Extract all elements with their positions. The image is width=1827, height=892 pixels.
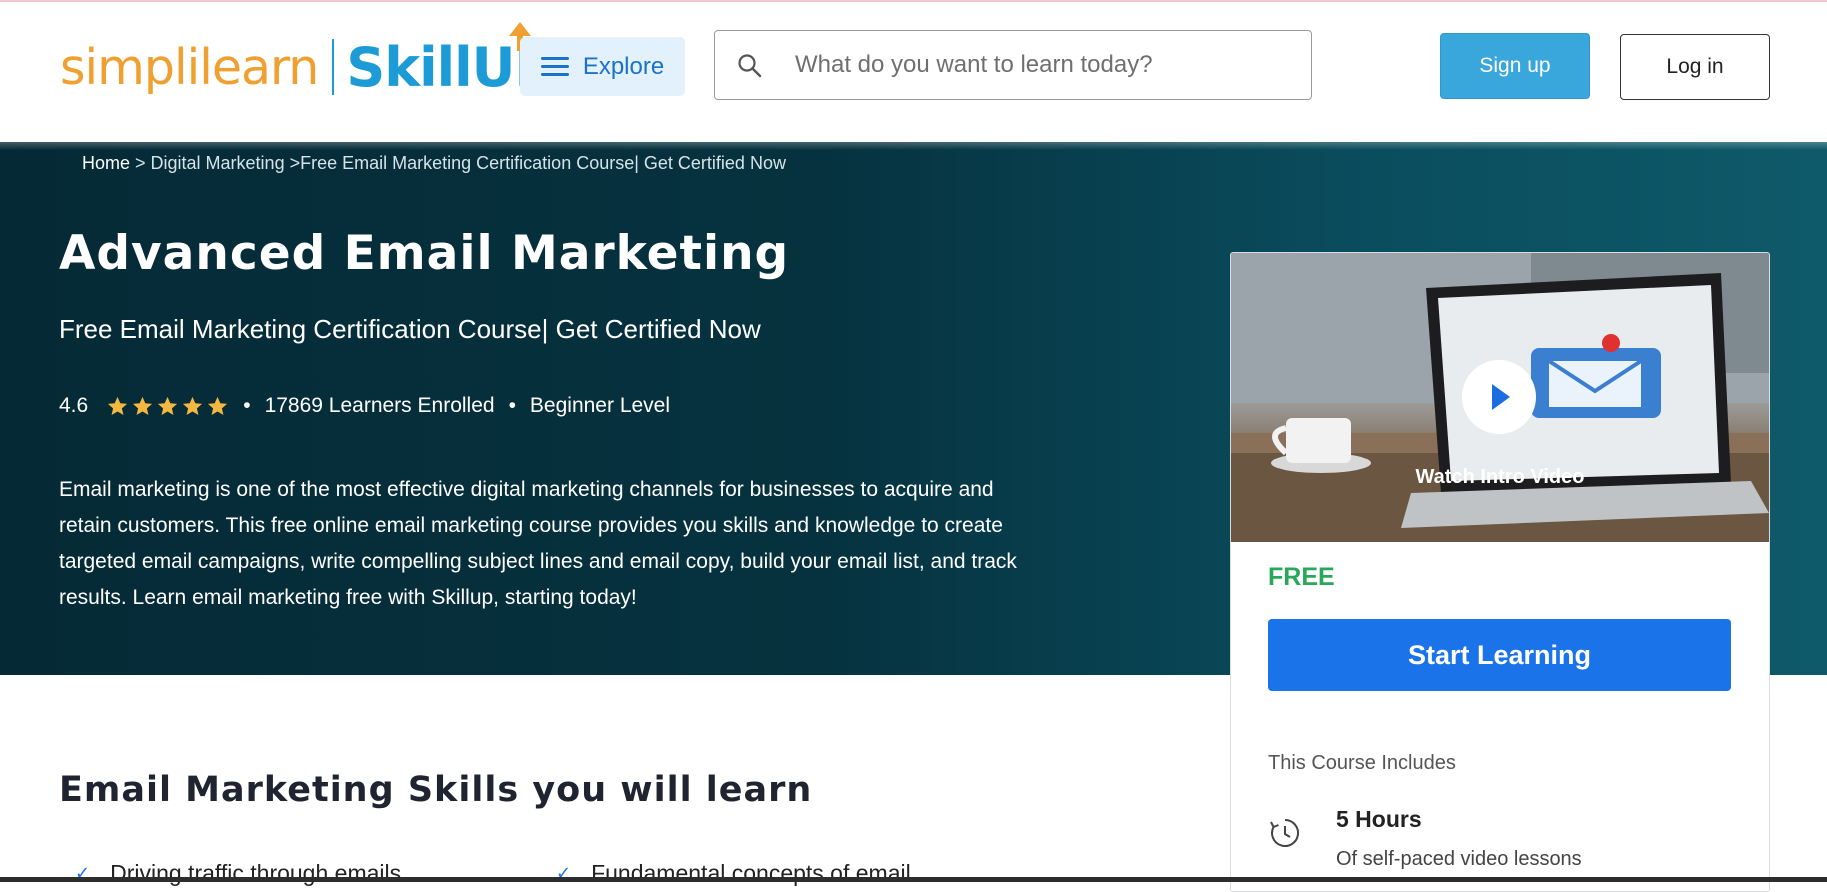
rating-stars (106, 395, 229, 418)
meta-separator: • (243, 394, 251, 417)
signup-button[interactable]: Sign up (1440, 33, 1590, 99)
price-label: FREE (1268, 563, 1335, 591)
skill-item: ✓ Fundamental concepts of email (556, 860, 911, 886)
breadcrumb-home[interactable]: Home (82, 153, 130, 173)
start-learning-button[interactable]: Start Learning (1268, 619, 1731, 691)
breadcrumb-category[interactable]: Digital Marketing (151, 153, 285, 173)
course-title: Advanced Email Marketing (59, 226, 790, 281)
meta-separator: • (508, 394, 516, 417)
explore-button[interactable]: Explore (520, 37, 685, 96)
star-icon (183, 396, 203, 415)
search-bar (714, 30, 1312, 100)
menu-icon (540, 56, 569, 77)
search-icon (738, 54, 762, 78)
course-meta: 4.6 • 17869 Learners Enrolled • Beginner… (59, 392, 670, 420)
course-subtitle: Free Email Marketing Certification Cours… (59, 314, 761, 344)
star-icon (208, 396, 228, 415)
breadcrumb: Home > Digital Marketing >Free Email Mar… (82, 153, 786, 173)
site-logo[interactable]: simplilearn SkillUP (60, 21, 554, 104)
star-icon (108, 396, 128, 415)
search-input[interactable] (793, 31, 1297, 99)
course-description: Email marketing is one of the most effec… (59, 478, 1017, 609)
play-icon (1492, 384, 1510, 410)
star-icon (158, 396, 178, 415)
learners-enrolled: 17869 Learners Enrolled (264, 394, 495, 417)
course-includes-heading: This Course Includes (1268, 752, 1456, 774)
window-bottom-edge (0, 877, 1827, 882)
star-icon (133, 396, 153, 415)
explore-label: Explore (582, 52, 665, 80)
logo-arrow-icon (509, 21, 532, 36)
course-duration: 5 Hours (1336, 806, 1422, 832)
simplilearn-logo-text: simplilearn (60, 38, 319, 96)
watch-intro-label[interactable]: Watch Intro Video (1231, 466, 1769, 489)
skills-heading: Email Marketing Skills you will learn (59, 770, 813, 810)
breadcrumb-current: Free Email Marketing Certification Cours… (300, 153, 786, 173)
logo-divider (332, 39, 335, 95)
clock-icon (1270, 819, 1300, 847)
course-level: Beginner Level (529, 394, 671, 417)
course-duration-description: Of self-paced video lessons (1336, 848, 1582, 870)
skill-item: ✓ Driving traffic through emails (75, 860, 402, 886)
site-header: simplilearn SkillUP Explore Sign up Log … (0, 2, 1827, 142)
login-button[interactable]: Log in (1620, 34, 1770, 100)
rating-value: 4.6 (59, 394, 89, 417)
